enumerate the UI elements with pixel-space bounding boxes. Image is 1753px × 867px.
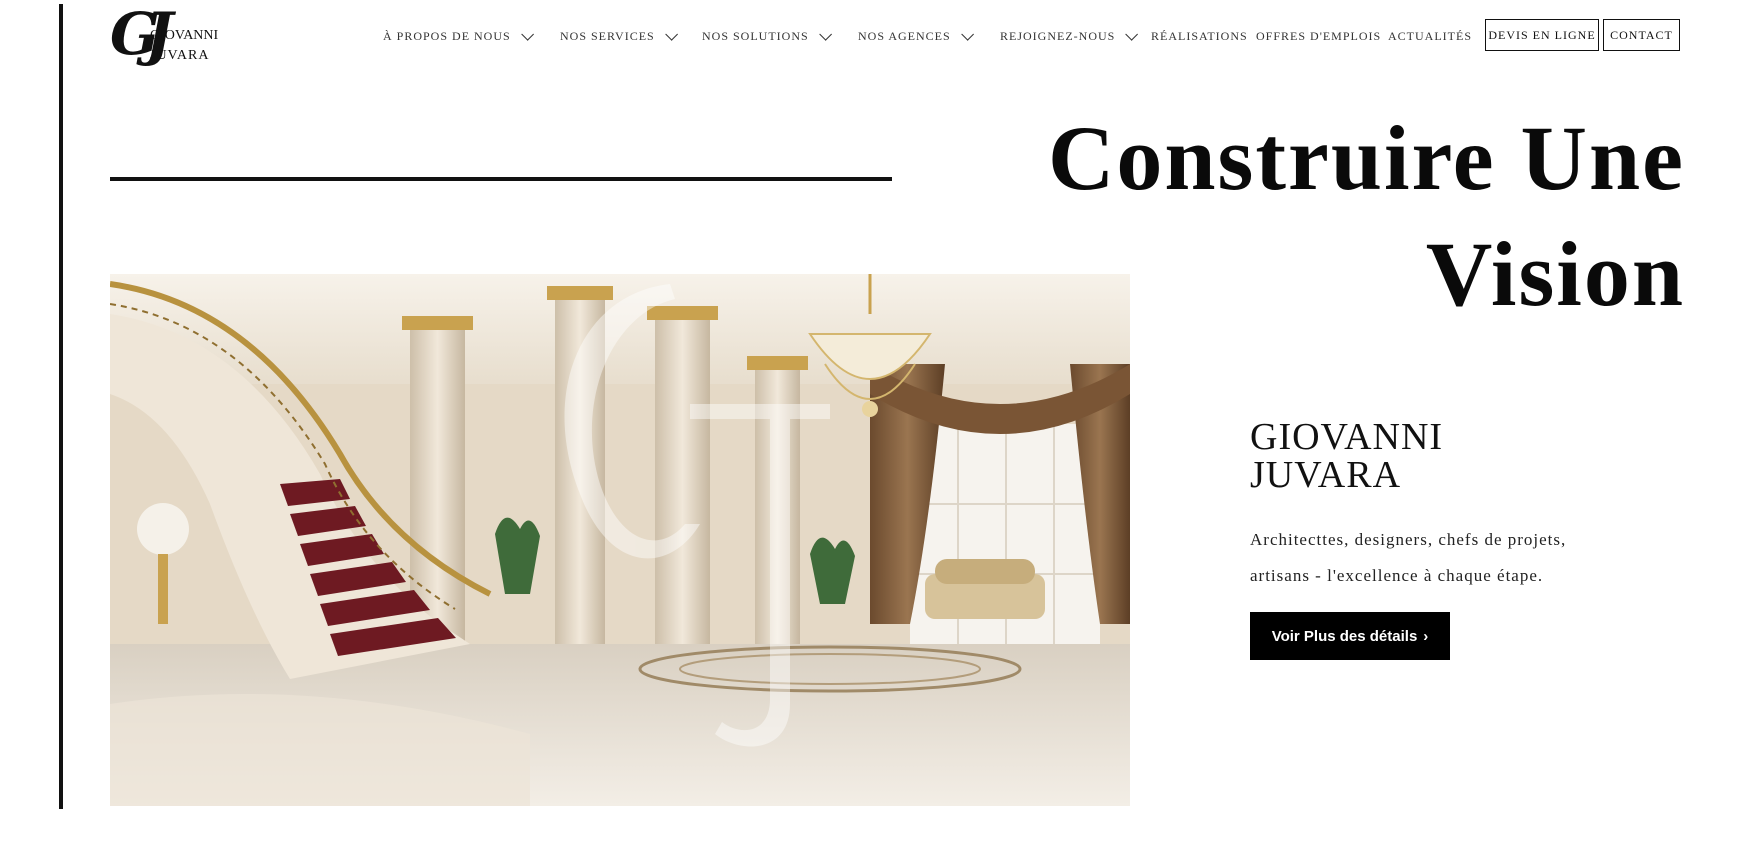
hero-image: [110, 274, 1130, 806]
chevron-down-icon: [664, 27, 678, 41]
devis-button[interactable]: DEVIS EN LIGNE: [1485, 19, 1599, 51]
nav-item-services[interactable]: NOS SERVICES: [560, 26, 678, 46]
logo-name-line1: GIOVANNI: [150, 28, 219, 43]
chevron-down-icon: [818, 27, 832, 41]
nav-item-a-propos[interactable]: À PROPOS DE NOUS: [383, 26, 534, 46]
chevron-down-icon: [520, 27, 534, 41]
nav-item-solutions[interactable]: NOS SOLUTIONS: [702, 26, 832, 46]
nav-item-label: NOS SERVICES: [560, 28, 655, 43]
nav-item-label: REJOIGNEZ-NOUS: [1000, 28, 1116, 43]
logo-name-line2: JUVARA: [150, 48, 210, 63]
details-button-label: Voir Plus des détails: [1271, 627, 1418, 645]
contact-button[interactable]: CONTACT: [1603, 19, 1680, 51]
nav-item-label: À PROPOS DE NOUS: [383, 28, 511, 43]
hero-description-line1: Architecttes, designers, chefs de projet…: [1250, 530, 1567, 549]
nav-item-actualites[interactable]: ACTUALITÉS: [1388, 26, 1472, 46]
hero-description-line2: artisans - l'excellence à chaque étape.: [1250, 566, 1544, 585]
nav-item-label: NOS AGENCES: [858, 28, 951, 43]
chevron-down-icon: [1125, 27, 1139, 41]
nav-item-label: RÉALISATIONS: [1151, 28, 1248, 43]
chevron-down-icon: [960, 27, 974, 41]
nav-item-label: OFFRES D'EMPLOIS: [1256, 28, 1382, 43]
nav-item-agences[interactable]: NOS AGENCES: [858, 26, 974, 46]
hero-description: Architecttes, designers, chefs de projet…: [1250, 522, 1610, 594]
nav-item-label: ACTUALITÉS: [1388, 28, 1472, 43]
hero-divider: [110, 177, 892, 181]
left-vertical-rule: [59, 4, 63, 809]
chevron-right-icon: ›: [1423, 627, 1429, 645]
hero-title-line1: Construire Une: [1047, 107, 1685, 209]
nav-item-label: NOS SOLUTIONS: [702, 28, 809, 43]
brand-title: GIOVANNI JUVARA: [1250, 418, 1443, 494]
nav-item-rejoignez[interactable]: REJOIGNEZ-NOUS: [1000, 26, 1139, 46]
site-logo[interactable]: GJ GIOVANNI JUVARA: [110, 2, 220, 70]
nav-item-realisations[interactable]: RÉALISATIONS: [1151, 26, 1248, 46]
brand-title-line1: GIOVANNI: [1250, 416, 1444, 458]
nav-item-offres[interactable]: OFFRES D'EMPLOIS: [1256, 26, 1381, 46]
details-button[interactable]: Voir Plus des détails ›: [1250, 612, 1450, 660]
brand-title-line2: JUVARA: [1250, 454, 1402, 496]
